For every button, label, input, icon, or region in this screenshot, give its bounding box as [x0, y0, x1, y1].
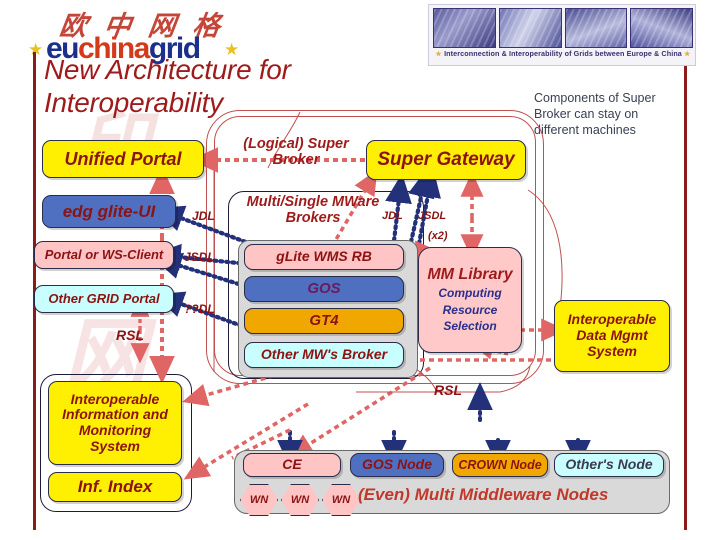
dna-map-photo-icon — [498, 8, 562, 48]
banner-star-right-icon: ★ — [684, 49, 691, 58]
portal-ws-client-box[interactable]: Portal or WS-Client — [34, 241, 174, 269]
edg-glite-ui-label: edg glite-UI — [62, 201, 156, 221]
banner-caption-text: Interconnection & Interoperability of Gr… — [444, 49, 682, 58]
jdl-right-label: JDL — [382, 210, 403, 222]
wn-node-2[interactable]: WN — [281, 484, 319, 516]
multi-single-mware-brokers-caption: Multi/Single MWare Brokers — [246, 194, 380, 227]
ce-label: CE — [282, 456, 302, 473]
other-mw-broker-label: Other MW's Broker — [260, 346, 388, 363]
mm-library-line-1: Computing — [438, 286, 502, 301]
glite-wms-rb-label: gLite WMS RB — [276, 248, 372, 265]
banner-caption: ★ Interconnection & Interoperability of … — [429, 49, 697, 58]
wn-label-1: WN — [249, 494, 269, 506]
banner-star-left-icon: ★ — [435, 49, 442, 58]
banner-image-strip — [433, 8, 693, 48]
inf-index-box[interactable]: Inf. Index — [48, 472, 182, 502]
super-gateway-box[interactable]: Super Gateway — [366, 140, 526, 180]
gos-label: GOS — [307, 279, 341, 297]
crown-node-box[interactable]: CROWN Node — [452, 453, 548, 477]
ce-box[interactable]: CE — [243, 453, 341, 477]
other-grid-portal-label: Other GRID Portal — [48, 290, 160, 306]
rsl-left-label: RSL — [116, 327, 144, 343]
x2-label: (x2) — [428, 230, 448, 242]
rsl-right-label: RSL — [434, 382, 462, 398]
gt4-label: GT4 — [309, 311, 339, 329]
mm-library-box[interactable]: MM Library Computing Resource Selection — [418, 247, 522, 353]
logical-super-broker-caption: (Logical) Super Broker — [243, 136, 349, 169]
mm-library-line-3: Selection — [443, 319, 497, 334]
jsdl-right-label: JSDL — [418, 210, 447, 222]
super-gateway-label: Super Gateway — [377, 149, 515, 171]
unified-portal-box[interactable]: Unified Portal — [42, 140, 204, 178]
wn-label-2: WN — [290, 494, 310, 506]
wn-node-1[interactable]: WN — [240, 484, 278, 516]
other-mw-broker-box[interactable]: Other MW's Broker — [244, 342, 404, 368]
gt4-box[interactable]: GT4 — [244, 308, 404, 334]
other-grid-portal-box[interactable]: Other GRID Portal — [34, 285, 174, 313]
portal-ws-client-label: Portal or WS-Client — [44, 246, 164, 262]
unified-portal-label: Unified Portal — [64, 148, 182, 169]
interoperable-info-monitoring-box[interactable]: Interoperable Information and Monitoring… — [48, 381, 182, 465]
mm-library-line-2: Resource — [442, 302, 498, 317]
interoperable-info-monitoring-label: Interoperable Information and Monitoring… — [62, 390, 168, 454]
hand-photo-icon — [564, 8, 628, 48]
worker-nodes-group: WN WN WN — [240, 484, 360, 516]
gos-node-label: GOS Node — [361, 456, 432, 473]
edg-glite-ui-box[interactable]: edg glite-UI — [42, 195, 176, 228]
wn-label-3: WN — [331, 494, 351, 506]
inf-index-label: Inf. Index — [77, 477, 153, 497]
others-node-box[interactable]: Other's Node — [554, 453, 664, 477]
jsdl-left-label: JSDL — [184, 250, 215, 264]
others-node-label: Other's Node — [565, 456, 653, 473]
right-frame-rule — [684, 66, 687, 530]
wn-node-3[interactable]: WN — [322, 484, 360, 516]
jdl-left-label: JDL — [192, 209, 215, 223]
gos-node-box[interactable]: GOS Node — [350, 453, 444, 477]
gos-box[interactable]: GOS — [244, 276, 404, 302]
slide-canvas: 印 网 欧 中 网 格 ★ ★ euchinagrid ★ Interconne… — [0, 0, 720, 540]
mm-library-title: MM Library — [427, 266, 513, 284]
lab-photo-icon — [433, 8, 496, 48]
multi-middleware-nodes-caption: (Even) Multi Middleware Nodes — [358, 485, 609, 504]
crown-node-label: CROWN Node — [458, 458, 542, 472]
interoperable-data-mgmt-box[interactable]: Interoperable Data Mgmt System — [554, 300, 670, 372]
glite-wms-rb-box[interactable]: gLite WMS RB — [244, 244, 404, 270]
super-broker-note: Components of Super Broker can stay on d… — [534, 91, 656, 137]
unknown-dl-label: ??DL — [184, 302, 215, 316]
project-banner: ★ Interconnection & Interoperability of … — [428, 4, 696, 66]
fiber-photo-icon — [630, 8, 693, 48]
interoperable-data-mgmt-label: Interoperable Data Mgmt System — [567, 311, 657, 359]
